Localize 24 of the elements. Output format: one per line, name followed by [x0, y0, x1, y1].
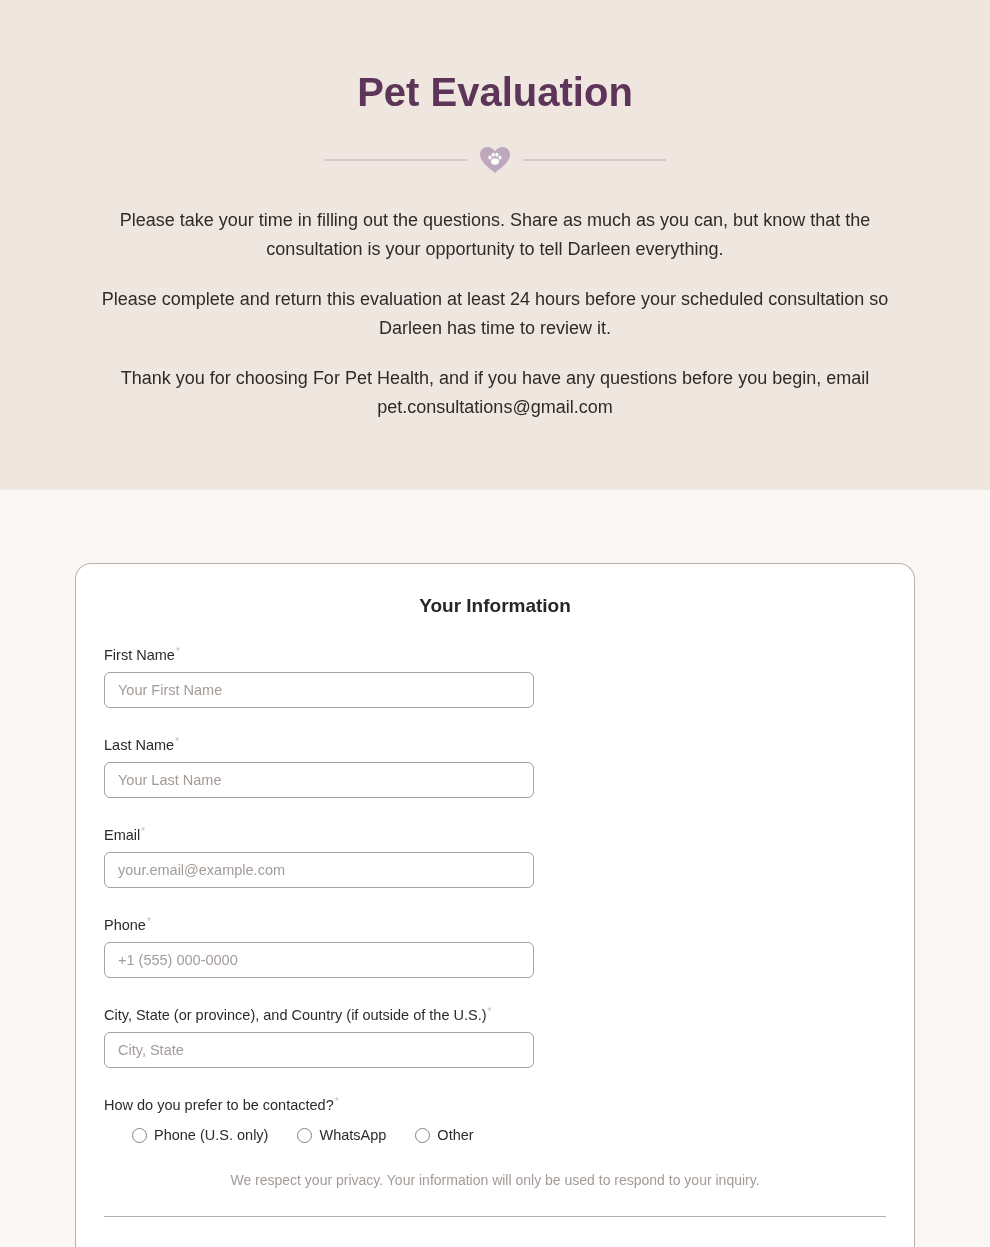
field-label: Email$^{*}$ — [104, 825, 146, 845]
page-title: Pet Evaluation — [357, 69, 633, 116]
intro-paragraph: Please complete and return this evaluation at least 24 hours before your scheduled consultation so Darleen has time to review it. — [100, 288, 890, 340]
heart-paw-icon — [479, 146, 511, 174]
radio-button[interactable] — [415, 1127, 431, 1143]
privacy-note: We respect your privacy. Your information will only be used to respond to your inquiry. — [229, 1171, 761, 1190]
input-field[interactable]: your.email@example.com — [104, 852, 534, 888]
radio-option[interactable]: WhatsApp — [297, 1125, 387, 1145]
input-field[interactable]: City, State — [104, 1032, 534, 1068]
field-label: How do you prefer to be contacted?$^{*}$ — [104, 1095, 339, 1115]
field-label: Phone$^{*}$ — [104, 915, 151, 935]
field-label: Last Name$^{*}$ — [104, 735, 180, 755]
field-label: First Name$^{*}$ — [104, 645, 180, 665]
radio-option[interactable]: Other — [415, 1125, 474, 1145]
radio-option[interactable]: Phone (U.S. only) — [132, 1125, 269, 1145]
section-heading: Your Information — [418, 594, 572, 618]
input-field[interactable]: Your Last Name — [104, 762, 534, 798]
input-field[interactable]: +1 (555) 000-0000 — [104, 942, 534, 978]
radio-button[interactable] — [132, 1127, 147, 1143]
input-field[interactable]: Your First Name — [104, 672, 534, 708]
intro-paragraph: Please take your time in filling out the questions. Share as much as you can, but know that the consultation is your opportunity to tell Darleen everything. — [118, 209, 872, 261]
radio-button[interactable] — [297, 1127, 313, 1143]
intro-paragraph: Thank you for choosing For Pet Health, and if you have any questions before you begin, email pet.consultations@gmail.com — [119, 367, 871, 419]
field-label: City, State (or province), and Country (if outside of the U.S.)$^{*}$ — [104, 1005, 492, 1025]
